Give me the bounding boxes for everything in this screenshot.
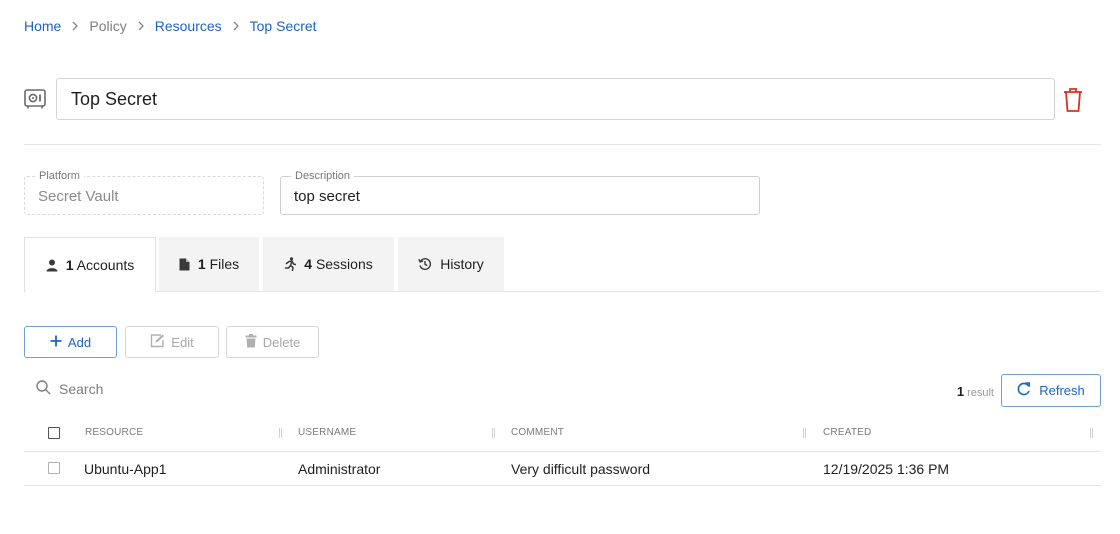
refresh-button-label: Refresh: [1039, 383, 1085, 398]
running-person-icon: [284, 257, 297, 271]
search-placeholder: Search: [59, 381, 104, 397]
chevron-right-icon: [232, 21, 240, 31]
user-icon: [46, 259, 58, 272]
history-icon: [418, 257, 432, 271]
resource-name-input[interactable]: Top Secret: [56, 78, 1055, 120]
trash-icon: [245, 333, 257, 351]
platform-field: Platform Secret Vault: [24, 169, 264, 215]
tab-files-count: 1: [197, 256, 206, 272]
cell-comment: Very difficult password: [511, 461, 651, 477]
tab-sessions-count: 4: [304, 256, 313, 272]
tab-accounts-count: 1: [65, 257, 74, 273]
tab-files[interactable]: 1 Files: [159, 237, 259, 291]
breadcrumb-policy: Policy: [89, 18, 127, 34]
tab-files-label: Files: [209, 256, 240, 272]
file-icon: [179, 258, 190, 271]
breadcrumb: Home Policy Resources Top Secret: [24, 18, 317, 34]
cell-resource: Ubuntu-App1: [84, 461, 167, 477]
breadcrumb-current[interactable]: Top Secret: [250, 18, 317, 34]
tab-sessions[interactable]: 4 Sessions: [263, 237, 394, 291]
result-count: 1 result: [957, 384, 994, 399]
select-all-checkbox[interactable]: [48, 427, 60, 439]
breadcrumb-home[interactable]: Home: [24, 18, 61, 34]
tab-accounts-label: Accounts: [76, 257, 135, 273]
delete-button-label: Delete: [262, 334, 301, 350]
add-button-label: Add: [67, 334, 92, 350]
cell-username: Administrator: [298, 461, 381, 477]
edit-button[interactable]: Edit: [125, 326, 219, 358]
row-checkbox[interactable]: [48, 462, 60, 474]
tabs-divider: [24, 291, 1101, 292]
refresh-icon: [1017, 382, 1031, 399]
search-icon: [36, 380, 51, 398]
platform-value: Secret Vault: [38, 188, 119, 205]
vault-icon: [24, 89, 46, 109]
edit-button-label: Edit: [171, 334, 194, 350]
table-header: RESOURCE USERNAME COMMENT CREATED: [24, 416, 1101, 452]
column-header-resource[interactable]: RESOURCE: [85, 427, 143, 438]
description-field[interactable]: Description top secret: [280, 169, 760, 215]
refresh-button[interactable]: Refresh: [1001, 374, 1101, 407]
column-header-comment[interactable]: COMMENT: [511, 427, 564, 438]
column-resize-handle[interactable]: [492, 428, 495, 438]
chevron-right-icon: [71, 21, 79, 31]
delete-button[interactable]: Delete: [226, 326, 319, 358]
column-resize-handle[interactable]: [803, 428, 806, 438]
tab-history-label: History: [440, 256, 484, 272]
tab-history[interactable]: History: [398, 237, 504, 291]
platform-label: Platform: [35, 169, 84, 183]
breadcrumb-resources[interactable]: Resources: [155, 18, 222, 34]
tab-sessions-label: Sessions: [315, 256, 373, 272]
column-header-created[interactable]: CREATED: [823, 427, 871, 438]
table-row[interactable]: Ubuntu-App1 Administrator Very difficult…: [24, 452, 1101, 486]
result-count-label: result: [967, 387, 994, 399]
column-resize-handle[interactable]: [279, 428, 282, 438]
cell-created: 12/19/2025 1:36 PM: [823, 461, 950, 477]
edit-icon: [150, 333, 165, 351]
trash-icon[interactable]: [1061, 86, 1085, 114]
tab-accounts[interactable]: 1 Accounts: [24, 237, 156, 293]
search-input[interactable]: Search: [36, 380, 103, 398]
plus-icon: [50, 335, 62, 350]
description-label: Description: [291, 169, 355, 183]
column-resize-handle[interactable]: [1090, 428, 1093, 438]
divider: [24, 144, 1101, 145]
description-value[interactable]: top secret: [294, 188, 360, 205]
chevron-right-icon: [137, 21, 145, 31]
result-count-value: 1: [956, 384, 965, 399]
add-button[interactable]: Add: [24, 326, 117, 358]
column-header-username[interactable]: USERNAME: [298, 427, 356, 438]
